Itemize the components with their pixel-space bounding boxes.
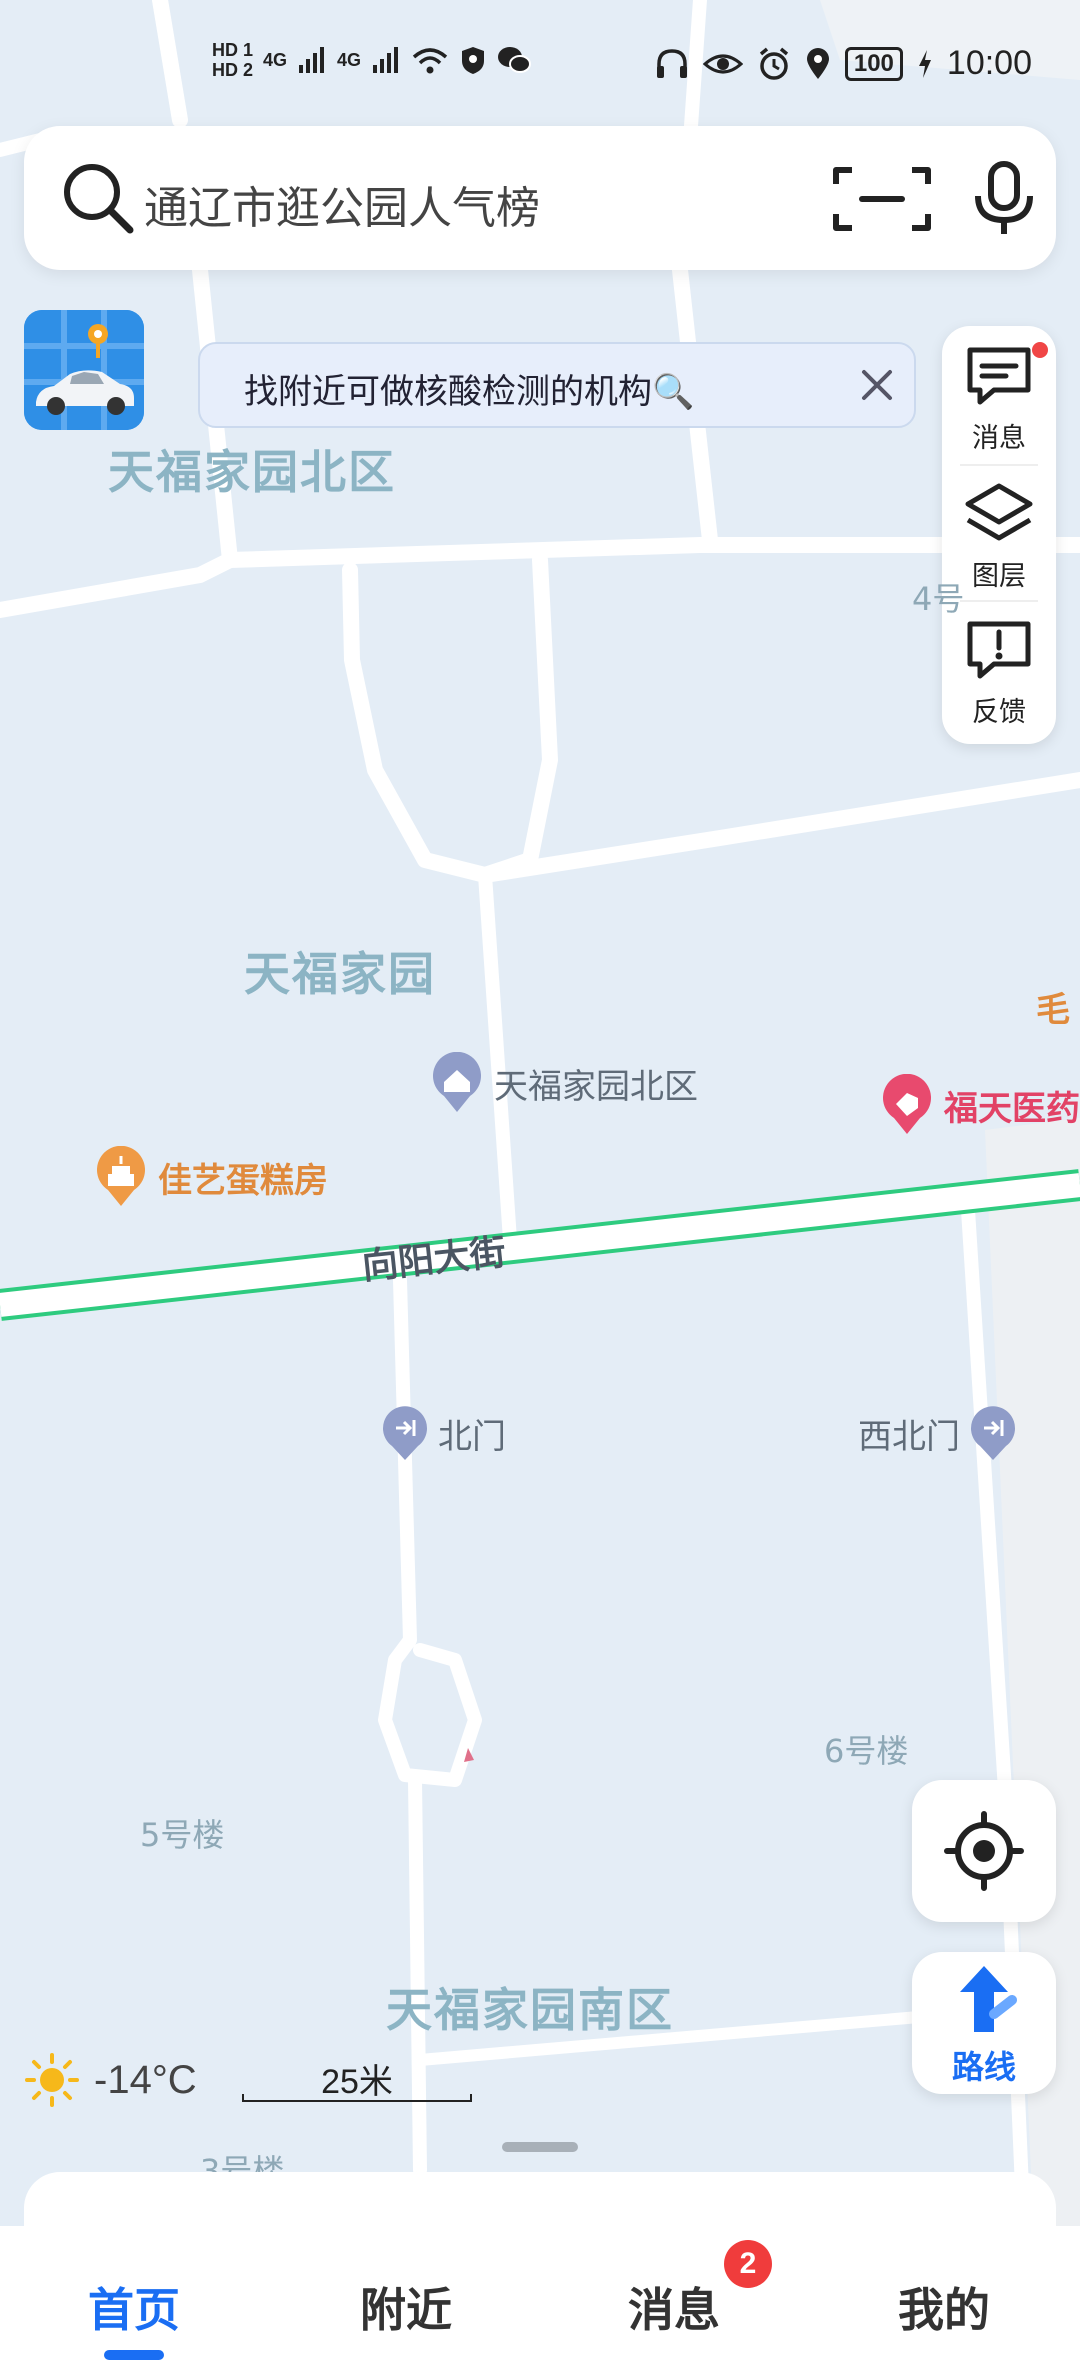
locate-icon: [944, 1811, 1024, 1891]
side-item-message[interactable]: 消息: [942, 326, 1056, 460]
unread-dot: [1032, 342, 1048, 358]
map-scale: 25米: [242, 2054, 472, 2106]
location-icon: [806, 47, 829, 79]
search-placeholder[interactable]: 通辽市逛公园人气榜: [144, 172, 540, 236]
status-left: HD 1 HD 2 4G 4G: [212, 40, 532, 80]
poi-label[interactable]: 天福家园北区: [494, 1059, 698, 1108]
feedback-icon: [967, 621, 1031, 679]
side-item-label: 消息: [972, 423, 1026, 454]
poi-label[interactable]: 北门: [438, 1409, 506, 1458]
status-time: 10:00: [946, 44, 1032, 82]
poi-north-gate[interactable]: 北门: [380, 1404, 506, 1462]
entrance-icon: [383, 1406, 427, 1460]
route-arrow-icon: [960, 1966, 1017, 2032]
wechat-icon: [498, 47, 532, 73]
temperature: -14°C: [94, 2057, 197, 2102]
area-label: 天福家园: [244, 947, 436, 1001]
car-icon: [24, 310, 144, 430]
building-label: 5号楼: [140, 1816, 225, 1854]
pharmacy-icon: [883, 1074, 931, 1134]
layers-icon: [965, 483, 1033, 541]
scale-tick: [242, 2094, 244, 2102]
sim2-label: HD 2: [212, 60, 254, 80]
scale-bar: [242, 2100, 470, 2102]
net2-label: 4G: [337, 50, 362, 70]
sun-icon: [25, 2053, 79, 2107]
charging-icon: [918, 49, 931, 78]
bottom-tab-bar: 首页 附近 消息 我的: [0, 2226, 1080, 2376]
status-bar: HD 1 HD 2 4G 4G 100 10:00: [0, 0, 1080, 110]
poi-northwest-gate[interactable]: 西北门: [858, 1404, 1018, 1462]
shield-icon: [462, 47, 485, 74]
side-item-label: 反馈: [972, 697, 1026, 728]
message-icon: [967, 347, 1031, 405]
message-count-badge: 2: [724, 2240, 772, 2288]
sheet-drag-handle[interactable]: [502, 2142, 578, 2152]
building-label: 6号楼: [824, 1732, 909, 1770]
side-panel: 消息 图层 反馈: [942, 326, 1056, 744]
route-label[interactable]: 路线: [912, 2042, 1056, 2088]
net1-label: 4G: [263, 50, 288, 70]
building-label: 4号: [912, 580, 965, 618]
nucleic-test-banner[interactable]: 找附近可做核酸检测的机构🔍: [198, 342, 916, 428]
banner-text[interactable]: 找附近可做核酸检测的机构🔍: [244, 364, 694, 413]
car-service-icon[interactable]: [24, 310, 144, 430]
residential-icon: [433, 1052, 481, 1112]
tab-home[interactable]: 首页: [24, 2274, 244, 2340]
poi-pharmacy[interactable]: 福天医药: [880, 1074, 1080, 1136]
cake-icon: [97, 1146, 145, 1206]
locate-button[interactable]: [912, 1780, 1056, 1922]
status-right: 100 10:00: [655, 44, 1032, 83]
area-label: 天福家园北区: [108, 445, 396, 499]
alarm-icon: [759, 47, 788, 80]
headphones-icon: [656, 48, 687, 78]
poi-label-partial: 毛: [1036, 990, 1070, 1030]
poi-cake-shop[interactable]: 佳艺蛋糕房: [94, 1146, 328, 1208]
close-icon[interactable]: [852, 360, 902, 410]
battery-level: 100: [844, 46, 903, 81]
poi-label[interactable]: 佳艺蛋糕房: [158, 1153, 328, 1202]
weather-widget[interactable]: -14°C: [24, 2052, 197, 2108]
search-bar[interactable]: 通辽市逛公园人气榜: [24, 126, 1056, 270]
area-label: 天福家园南区: [386, 1983, 674, 2037]
signal-icon: [299, 47, 325, 73]
side-item-feedback[interactable]: 反馈: [942, 600, 1056, 734]
signal-icon: [373, 47, 399, 73]
poi-label[interactable]: 西北门: [858, 1409, 960, 1458]
tab-nearby[interactable]: 附近: [296, 2274, 516, 2340]
mic-icon[interactable]: [964, 160, 1044, 236]
route-button[interactable]: 路线: [912, 1952, 1056, 2094]
sim1-label: HD 1: [212, 40, 254, 60]
entrance-icon: [971, 1406, 1015, 1460]
poi-label[interactable]: 福天医药: [944, 1081, 1080, 1130]
tab-mine[interactable]: 我的: [834, 2274, 1054, 2340]
poi-residential[interactable]: 天福家园北区: [430, 1052, 698, 1114]
wifi-icon: [412, 48, 448, 74]
scan-icon[interactable]: [832, 164, 932, 234]
scale-tick: [470, 2094, 472, 2102]
search-icon[interactable]: [60, 160, 136, 236]
sim-indicators: HD 1 HD 2: [212, 40, 253, 80]
scale-label: 25米: [321, 2063, 393, 2101]
active-tab-indicator: [104, 2350, 164, 2360]
eye-icon: [702, 54, 743, 73]
